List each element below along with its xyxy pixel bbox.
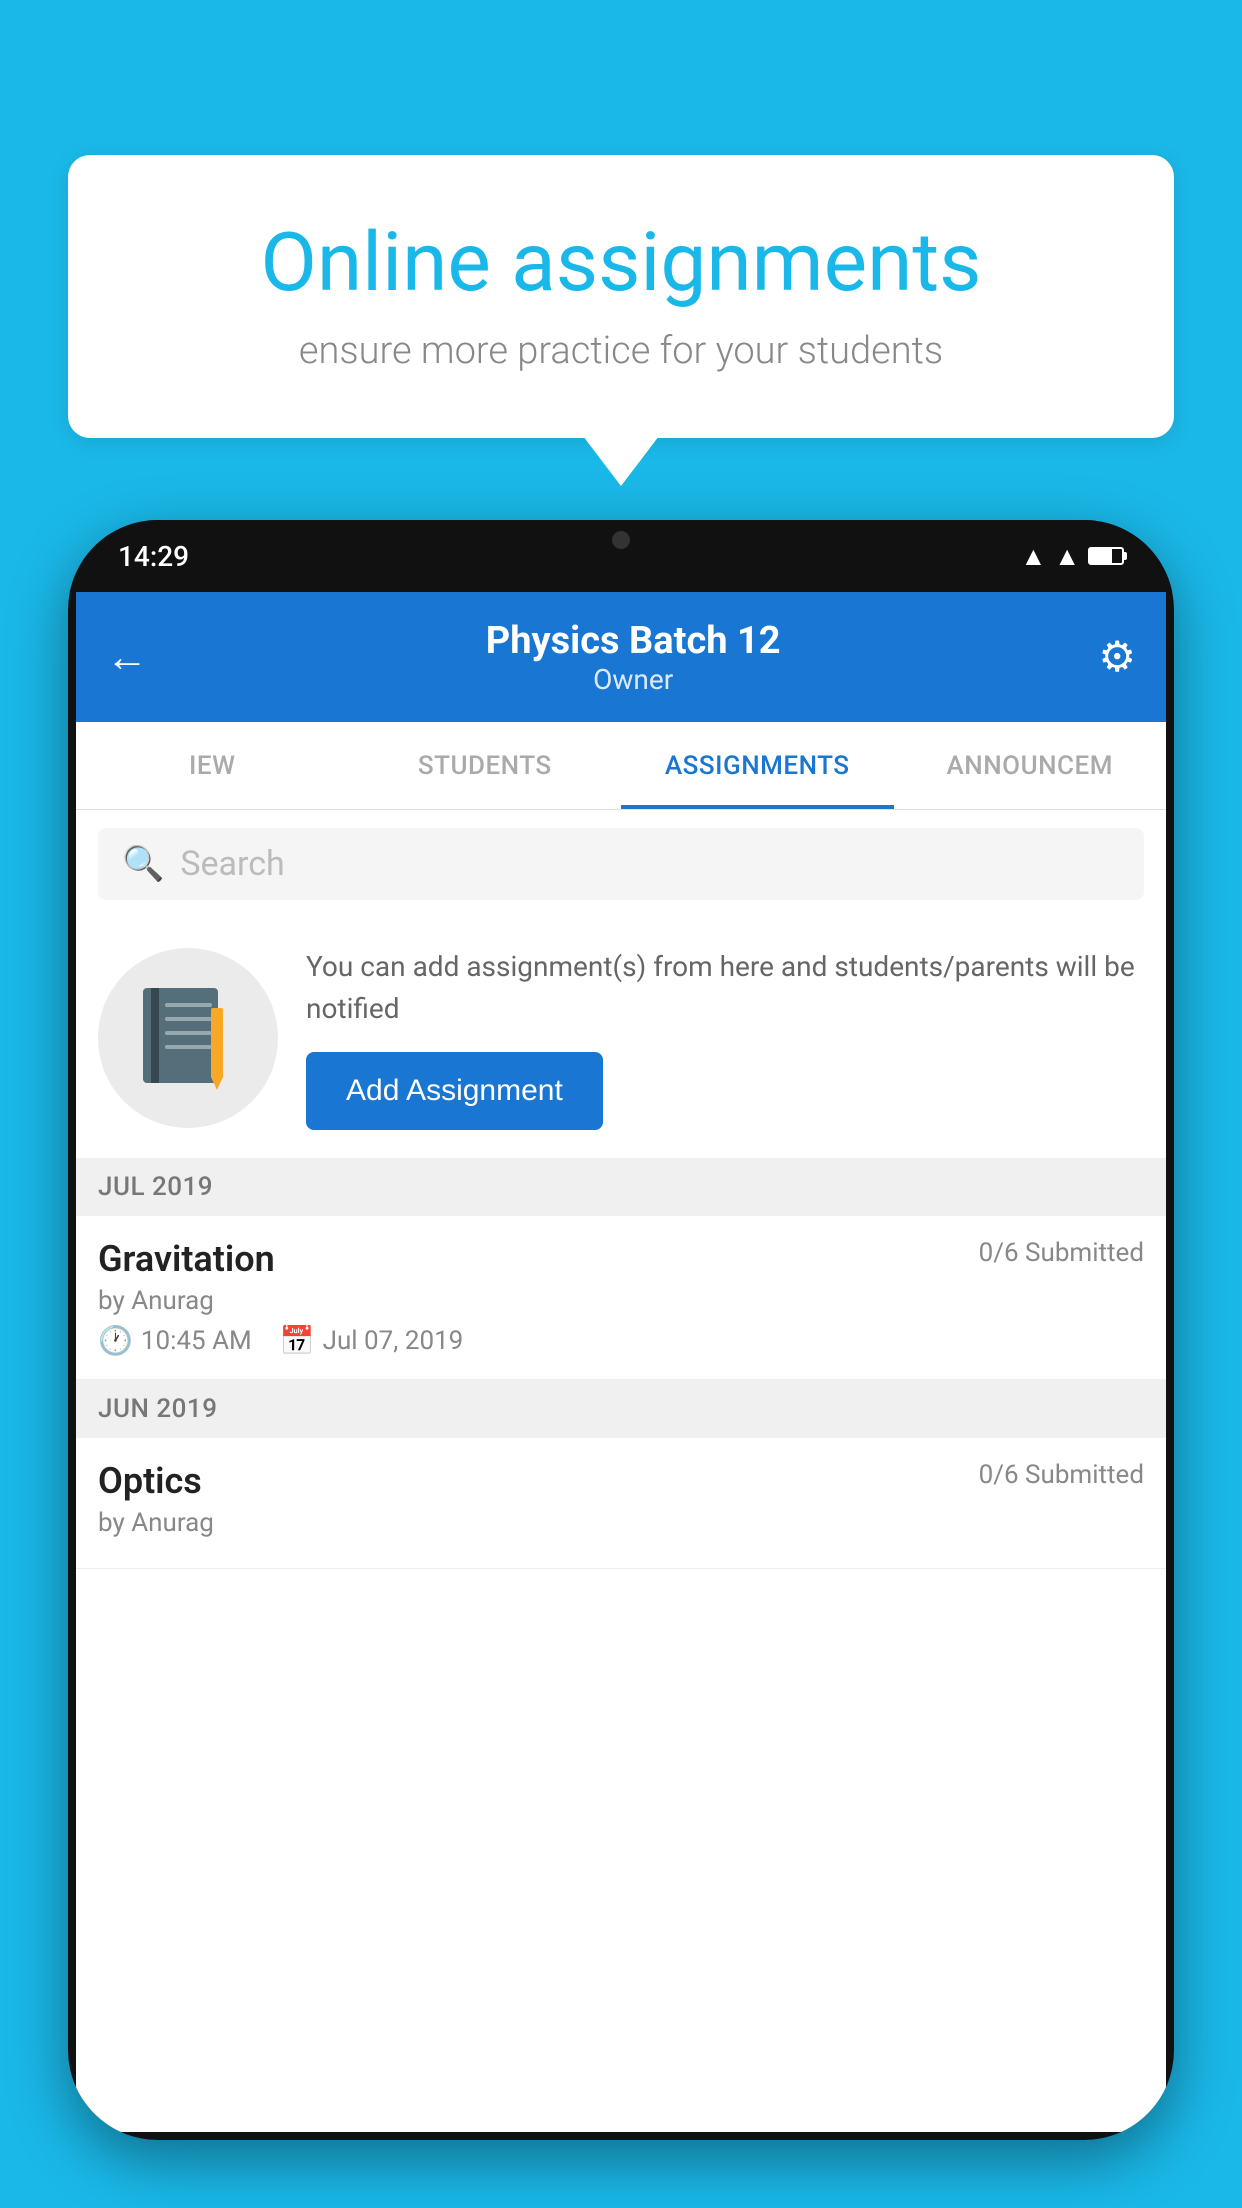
status-icons: ▲ ▲ xyxy=(1021,541,1124,572)
speech-bubble-title: Online assignments xyxy=(148,215,1094,311)
speech-bubble: Online assignments ensure more practice … xyxy=(68,155,1174,438)
pencil-icon xyxy=(211,1008,223,1078)
search-bar[interactable]: 🔍 Search xyxy=(98,828,1144,900)
notebook-body xyxy=(143,988,218,1083)
assignment-row1: Gravitation 0/6 Submitted xyxy=(98,1238,1144,1280)
settings-icon[interactable]: ⚙ xyxy=(1098,632,1136,682)
assignment-status-optics: 0/6 Submitted xyxy=(979,1460,1144,1490)
date-value: Jul 07, 2019 xyxy=(323,1326,464,1356)
clock-icon: 🕐 xyxy=(98,1324,133,1357)
app-bar-title: Physics Batch 12 Owner xyxy=(168,619,1098,696)
meta-time: 🕐 10:45 AM xyxy=(98,1324,252,1357)
notebook-line xyxy=(165,1031,212,1035)
app-bar: ← Physics Batch 12 Owner ⚙ xyxy=(76,592,1166,722)
assignment-author: by Anurag xyxy=(98,1286,1144,1316)
back-button[interactable]: ← xyxy=(106,633,148,682)
screen: ← Physics Batch 12 Owner ⚙ IEW STUDENTS … xyxy=(76,592,1166,2132)
speech-bubble-container: Online assignments ensure more practice … xyxy=(68,155,1174,438)
assignment-row1-optics: Optics 0/6 Submitted xyxy=(98,1460,1144,1502)
batch-subtitle: Owner xyxy=(168,663,1098,696)
tab-announcements[interactable]: ANNOUNCEM xyxy=(894,722,1167,809)
assignment-meta: 🕐 10:45 AM 📅 Jul 07, 2019 xyxy=(98,1324,1144,1357)
search-container: 🔍 Search xyxy=(76,810,1166,918)
notebook-icon xyxy=(143,988,233,1088)
notebook-line xyxy=(165,1045,212,1049)
notebook-spiral xyxy=(151,988,159,1083)
promo-text-area: You can add assignment(s) from here and … xyxy=(306,946,1144,1130)
batch-title: Physics Batch 12 xyxy=(168,619,1098,663)
tab-iew[interactable]: IEW xyxy=(76,722,349,809)
tab-assignments[interactable]: ASSIGNMENTS xyxy=(621,722,894,809)
notch xyxy=(561,520,681,560)
status-bar: 14:29 ▲ ▲ xyxy=(68,520,1174,592)
time-value: 10:45 AM xyxy=(141,1326,252,1356)
assignment-item-gravitation[interactable]: Gravitation 0/6 Submitted by Anurag 🕐 10… xyxy=(76,1216,1166,1380)
promo-icon-circle xyxy=(98,948,278,1128)
notebook-lines xyxy=(165,1003,212,1049)
add-assignment-button[interactable]: Add Assignment xyxy=(306,1052,603,1130)
assignment-title-optics: Optics xyxy=(98,1460,202,1502)
assignment-title: Gravitation xyxy=(98,1238,275,1280)
notebook-line xyxy=(165,1003,212,1007)
wifi-icon: ▲ xyxy=(1021,541,1047,572)
assignment-status: 0/6 Submitted xyxy=(979,1238,1144,1268)
search-icon: 🔍 xyxy=(122,844,164,884)
search-placeholder: Search xyxy=(180,844,284,884)
promo-section: You can add assignment(s) from here and … xyxy=(76,918,1166,1158)
promo-description: You can add assignment(s) from here and … xyxy=(306,946,1144,1030)
meta-date: 📅 Jul 07, 2019 xyxy=(280,1324,464,1357)
battery-icon xyxy=(1088,547,1124,565)
tab-students[interactable]: STUDENTS xyxy=(349,722,622,809)
phone-container: 14:29 ▲ ▲ ← Physics Batch 12 Owner xyxy=(68,520,1174,2140)
signal-icon: ▲ xyxy=(1054,541,1080,572)
section-header-jul: JUL 2019 xyxy=(76,1158,1166,1216)
battery-fill xyxy=(1090,549,1112,563)
tabs: IEW STUDENTS ASSIGNMENTS ANNOUNCEM xyxy=(76,722,1166,810)
speech-bubble-subtitle: ensure more practice for your students xyxy=(148,329,1094,373)
calendar-icon: 📅 xyxy=(280,1324,315,1357)
assignment-item-optics[interactable]: Optics 0/6 Submitted by Anurag xyxy=(76,1438,1166,1569)
phone-frame: 14:29 ▲ ▲ ← Physics Batch 12 Owner xyxy=(68,520,1174,2140)
section-header-jun: JUN 2019 xyxy=(76,1380,1166,1438)
notebook-line xyxy=(165,1017,212,1021)
assignment-author-optics: by Anurag xyxy=(98,1508,1144,1538)
front-camera xyxy=(612,531,630,549)
status-time: 14:29 xyxy=(118,540,189,573)
